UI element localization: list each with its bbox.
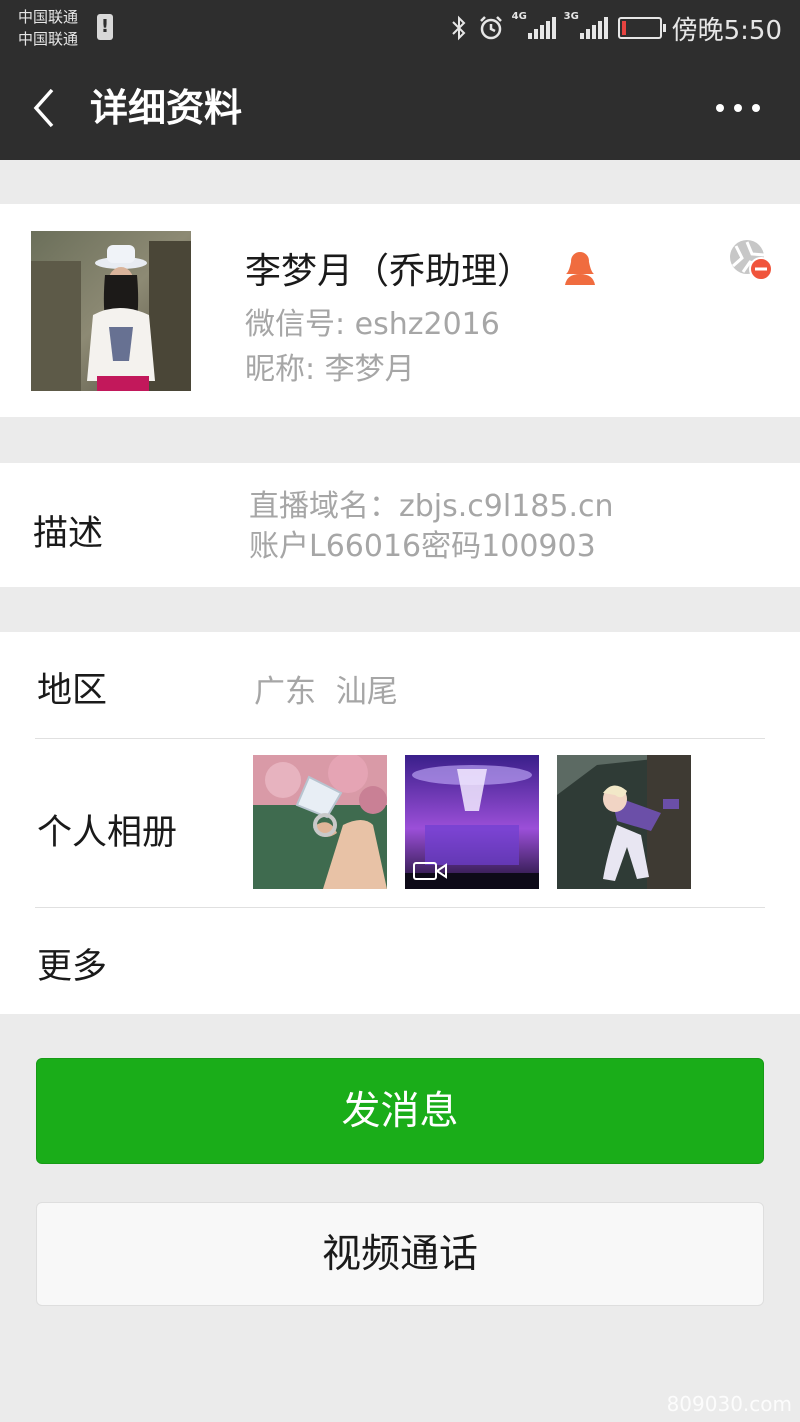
description-line-2: 账户L66016密码100903 bbox=[249, 529, 596, 564]
status-icons: 4G 3G 傍晚5:50 bbox=[450, 0, 782, 56]
carrier-info: 中国联通 中国联通 bbox=[18, 6, 78, 50]
more-row[interactable]: 更多 bbox=[0, 908, 800, 1014]
album-photo-stage-video[interactable] bbox=[405, 755, 539, 889]
hide-moments-icon bbox=[730, 240, 772, 281]
battery-icon bbox=[617, 17, 666, 39]
video-call-button[interactable]: 视频通话 bbox=[36, 1202, 764, 1306]
album-label: 个人相册 bbox=[37, 813, 178, 853]
chevron-left-icon[interactable] bbox=[30, 86, 58, 130]
signal-4g-icon: 4G bbox=[512, 11, 556, 39]
battery-level bbox=[621, 21, 626, 35]
status-bar: 中国联通 中国联通 ! 4G 3G 傍晚5:50 bbox=[0, 0, 800, 56]
more-label: 更多 bbox=[37, 947, 108, 987]
description-card: 描述 直播域名：zbjs.c9l185.cn 账户L66016密码100903 bbox=[0, 463, 800, 587]
signal-3g-icon: 3G bbox=[564, 11, 608, 39]
contact-name: 李梦月（乔助理） bbox=[245, 251, 534, 292]
send-message-button[interactable]: 发消息 bbox=[36, 1058, 764, 1164]
avatar[interactable] bbox=[31, 231, 191, 391]
carrier-1: 中国联通 bbox=[18, 8, 79, 26]
signal-tag-4g: 4G bbox=[511, 11, 527, 22]
female-person-icon bbox=[565, 252, 596, 285]
album-row[interactable]: 个人相册 bbox=[0, 739, 800, 908]
video-icon bbox=[413, 862, 447, 880]
more-dots-icon[interactable] bbox=[716, 104, 760, 112]
nickname: 昵称: 李梦月 bbox=[245, 352, 415, 387]
region-label: 地区 bbox=[37, 671, 108, 711]
description-label: 描述 bbox=[33, 514, 104, 554]
profile-card: 李梦月（乔助理） 微信号: eshz2016 昵称: 李梦月 bbox=[0, 204, 800, 417]
nav-bar: 详细资料 bbox=[0, 56, 800, 160]
bluetooth-icon bbox=[451, 15, 466, 41]
description-text: 直播域名：zbjs.c9l185.cn 账户L66016密码100903 bbox=[249, 487, 614, 567]
album-photo-ring[interactable] bbox=[253, 755, 387, 889]
region-value: 广东 汕尾 bbox=[254, 674, 398, 710]
name-line: 李梦月（乔助理） bbox=[245, 242, 597, 294]
watermark: 809030.com bbox=[666, 1392, 792, 1416]
album-thumbnails bbox=[253, 755, 691, 889]
info-group: 地区 广东 汕尾 个人相册 更多 bbox=[0, 632, 800, 1014]
page-title: 详细资料 bbox=[90, 86, 243, 130]
status-time: 傍晚5:50 bbox=[671, 15, 782, 46]
alarm-icon bbox=[479, 16, 502, 40]
carrier-2: 中国联通 bbox=[18, 30, 79, 48]
signal-tag-3g: 3G bbox=[563, 11, 579, 22]
battery-saver-icon: ! bbox=[97, 14, 113, 40]
description-line-1: 直播域名：zbjs.c9l185.cn bbox=[249, 489, 614, 524]
album-photo-dancer[interactable] bbox=[557, 755, 691, 889]
wechat-id: 微信号: eshz2016 bbox=[245, 307, 500, 342]
region-row: 地区 广东 汕尾 bbox=[0, 632, 800, 739]
